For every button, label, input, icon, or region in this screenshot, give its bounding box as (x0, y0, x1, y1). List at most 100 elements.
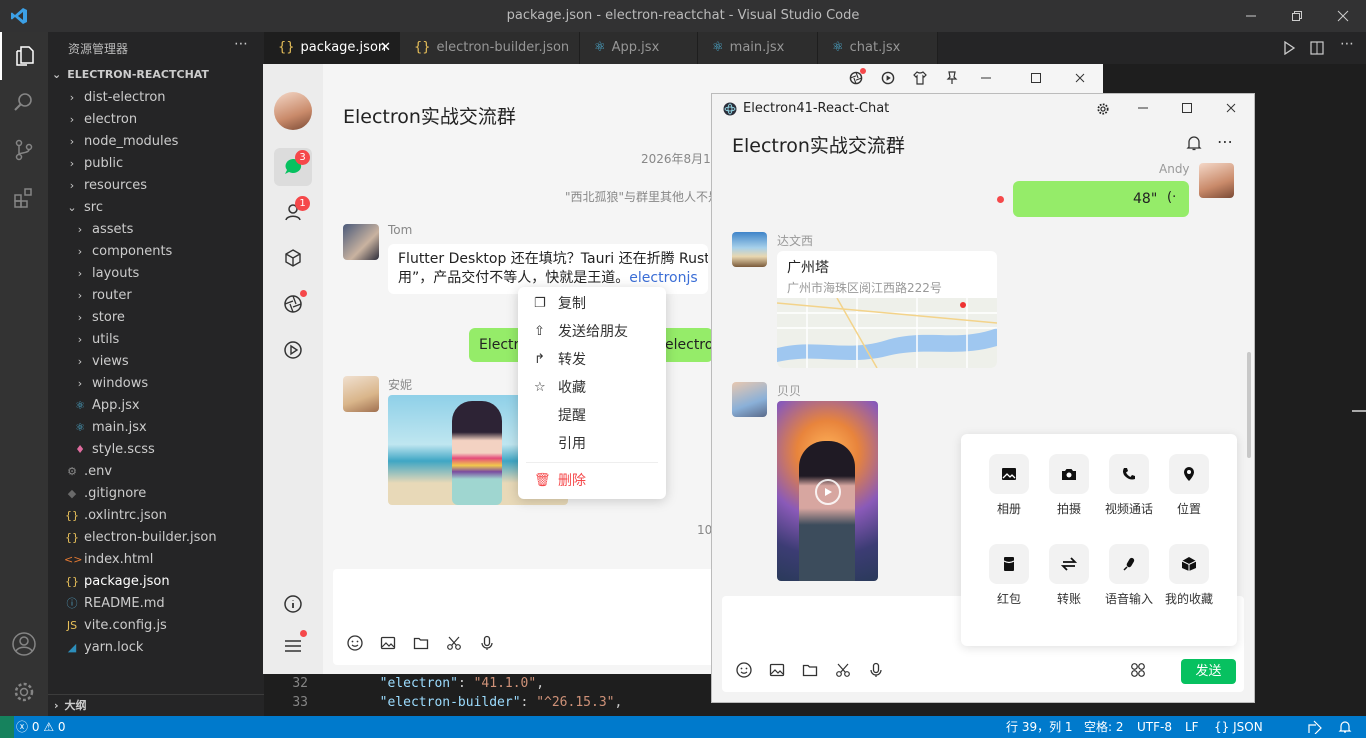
red-packet-button[interactable]: 红包 (979, 544, 1039, 607)
avatar[interactable] (732, 232, 767, 267)
info-icon[interactable] (283, 594, 303, 614)
tree-item[interactable]: › electron (48, 109, 264, 131)
language-mode[interactable]: {} JSON (1214, 716, 1263, 738)
more-actions-icon[interactable]: ⋯ (234, 36, 248, 52)
explorer-icon[interactable] (0, 32, 48, 80)
tree-item[interactable]: › layouts (48, 263, 264, 285)
tree-item[interactable]: ◢ yarn.lock (48, 637, 264, 659)
maximize-button[interactable] (1180, 101, 1194, 115)
image-icon[interactable] (769, 662, 785, 678)
tree-item[interactable]: › views (48, 351, 264, 373)
tree-item[interactable]: › store (48, 307, 264, 329)
shirt-icon[interactable] (913, 71, 927, 85)
cube-icon[interactable] (283, 248, 303, 268)
folder-icon[interactable] (802, 662, 818, 678)
pin-icon[interactable] (945, 71, 959, 85)
voice-message[interactable]: 48" (· (1013, 181, 1189, 217)
camera-button[interactable]: 拍摄 (1039, 454, 1099, 517)
bell-icon[interactable] (1186, 135, 1202, 151)
tree-item[interactable]: {} .oxlintrc.json (48, 505, 264, 527)
problems-indicator[interactable]: ⓧ 0 ⚠ 0 (16, 716, 66, 738)
video-message[interactable] (777, 401, 878, 581)
avatar[interactable] (343, 224, 379, 260)
notifications-bell-icon[interactable] (1338, 720, 1352, 734)
tree-item[interactable]: › dist-electron (48, 87, 264, 109)
maximize-button[interactable] (1029, 71, 1043, 85)
tree-item[interactable]: JS vite.config.js (48, 615, 264, 637)
tree-item[interactable]: <> index.html (48, 549, 264, 571)
menu-item-quote[interactable]: 引用 (518, 430, 666, 458)
tree-item[interactable]: › windows (48, 373, 264, 395)
folder-icon[interactable] (413, 635, 429, 651)
menu-item-forward[interactable]: ↱ 转发 (518, 346, 666, 374)
menu-item-favorite[interactable]: ☆ 收藏 (518, 374, 666, 402)
minimize-button[interactable] (979, 71, 993, 85)
avatar[interactable] (274, 92, 312, 130)
encoding[interactable]: UTF-8 (1137, 716, 1172, 738)
tree-item[interactable]: › public (48, 153, 264, 175)
close-button[interactable] (1073, 71, 1087, 85)
restore-button[interactable] (1274, 0, 1320, 32)
tab-app-jsx[interactable]: ⚛ App.jsx (580, 32, 698, 64)
tree-item[interactable]: › components (48, 241, 264, 263)
tree-item[interactable]: ⓘ README.md (48, 593, 264, 615)
cursor-position[interactable]: 行 39，列 1 (1006, 716, 1073, 738)
minimize-button[interactable] (1228, 0, 1274, 32)
voice-input-button[interactable]: 语音输入 (1099, 544, 1159, 607)
tree-item[interactable]: ⚙ .env (48, 461, 264, 483)
close-tab-icon[interactable]: ✕ (380, 32, 391, 64)
play-circle-icon[interactable] (283, 340, 303, 360)
search-icon[interactable] (0, 78, 48, 126)
avatar[interactable] (343, 376, 379, 412)
location-message[interactable]: 广州塔 广州市海珠区阅江西路222号 (777, 251, 997, 368)
tree-item[interactable]: {} package.json (48, 571, 264, 593)
menu-icon[interactable] (283, 636, 303, 656)
play-icon[interactable] (815, 479, 841, 505)
scrollbar[interactable] (1247, 352, 1251, 458)
avatar[interactable] (1199, 163, 1234, 198)
avatar[interactable] (732, 382, 767, 417)
settings-gear-icon[interactable] (1096, 102, 1110, 116)
close-button[interactable] (1320, 0, 1366, 32)
send-button[interactable]: 发送 (1181, 659, 1236, 684)
outline-section[interactable]: › 大纲 (48, 694, 264, 716)
menu-item-delete[interactable]: 🗑 删除 (518, 467, 666, 495)
indentation[interactable]: 空格: 2 (1084, 716, 1124, 738)
location-button[interactable]: 位置 (1159, 454, 1219, 517)
apps-grid-icon[interactable] (1130, 662, 1146, 678)
tree-item[interactable]: ⚛ App.jsx (48, 395, 264, 417)
tree-item[interactable]: › assets (48, 219, 264, 241)
tree-item[interactable]: › utils (48, 329, 264, 351)
tab-main-jsx[interactable]: ⚛ main.jsx (698, 32, 818, 64)
microphone-icon[interactable] (479, 635, 495, 651)
minimize-button[interactable] (1136, 101, 1150, 115)
tree-item[interactable]: {} electron-builder.json (48, 527, 264, 549)
account-icon[interactable] (0, 620, 48, 668)
scissors-icon[interactable] (835, 662, 851, 678)
more-icon[interactable]: ⋯ (1217, 132, 1233, 151)
emoji-icon[interactable] (736, 662, 752, 678)
my-favorites-button[interactable]: 我的收藏 (1159, 544, 1219, 607)
project-header[interactable]: ⌄ ELECTRON-REACTCHAT (52, 68, 209, 81)
tab-electron-builder-json[interactable]: {} electron-builder.json (400, 32, 580, 64)
video-call-button[interactable]: 视频通话 (1099, 454, 1159, 517)
tree-item[interactable]: ◆ .gitignore (48, 483, 264, 505)
tree-item[interactable]: › resources (48, 175, 264, 197)
tree-item[interactable]: › router (48, 285, 264, 307)
run-icon[interactable] (1282, 41, 1296, 55)
menu-item-send-to-friend[interactable]: ⇧ 发送给朋友 (518, 318, 666, 346)
extensions-icon[interactable] (0, 174, 48, 222)
microphone-icon[interactable] (868, 662, 884, 678)
feedback-icon[interactable] (1308, 720, 1322, 734)
tree-item[interactable]: ⚛ main.jsx (48, 417, 264, 439)
tree-item[interactable]: ⌄ src (48, 197, 264, 219)
line-ending[interactable]: LF (1185, 716, 1199, 738)
message-link[interactable]: electronjs (629, 270, 697, 286)
tab-package-json[interactable]: {} package.json ✕ (264, 32, 400, 64)
tree-item[interactable]: › node_modules (48, 131, 264, 153)
emoji-icon[interactable] (347, 635, 363, 651)
settings-gear-icon[interactable] (0, 668, 48, 716)
album-button[interactable]: 相册 (979, 454, 1039, 517)
menu-item-remind[interactable]: 提醒 (518, 402, 666, 430)
close-button[interactable] (1224, 101, 1238, 115)
